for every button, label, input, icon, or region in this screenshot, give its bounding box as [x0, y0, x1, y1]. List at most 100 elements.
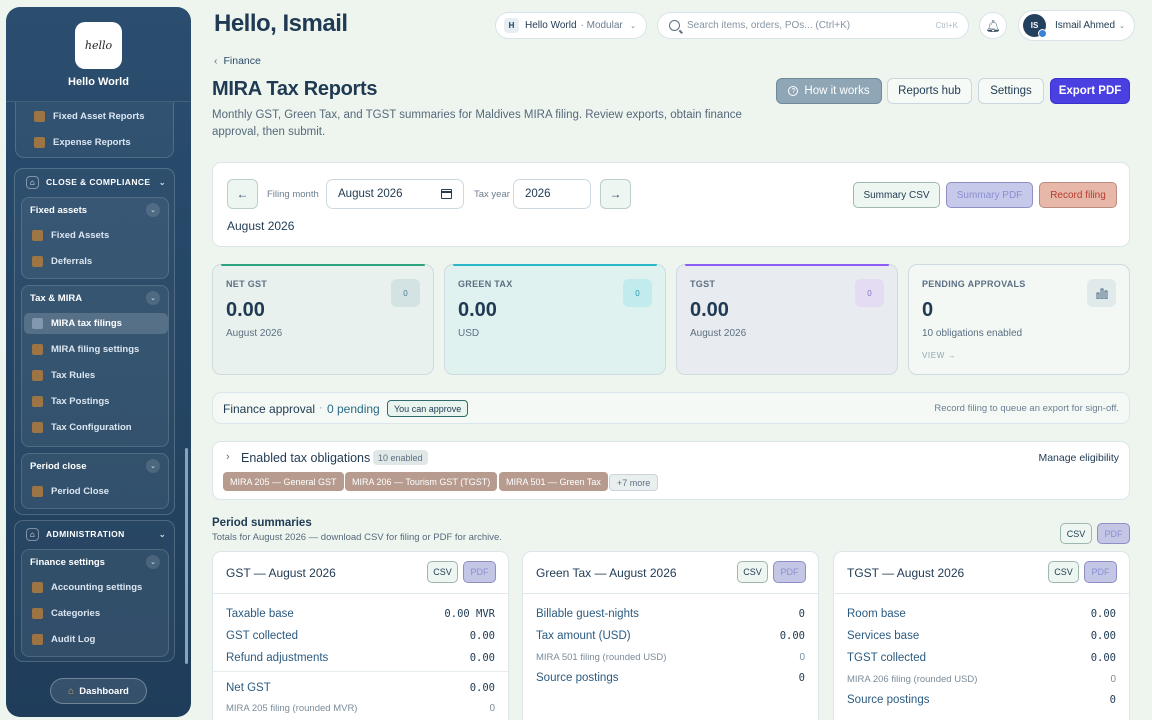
- home-icon: ⌂: [68, 685, 75, 697]
- tax-year-input[interactable]: 2026: [513, 179, 591, 209]
- sidebar-item-deferrals[interactable]: Deferrals: [24, 251, 168, 272]
- chevron-left-icon: ‹: [214, 55, 218, 67]
- green-tax-csv-button[interactable]: CSV: [737, 561, 768, 583]
- group-title-fixed-assets[interactable]: Fixed assets: [30, 205, 87, 216]
- stat-tgst: TGST 0.00 August 2026 0: [676, 264, 898, 375]
- summary-csv-button[interactable]: Summary CSV: [853, 182, 940, 208]
- sidebar-item-period-close[interactable]: Period Close: [24, 481, 168, 502]
- reports-hub-button[interactable]: Reports hub: [887, 78, 972, 104]
- manage-eligibility-link[interactable]: Manage eligibility: [1038, 452, 1119, 464]
- group-title-tax-mira[interactable]: Tax & MIRA: [30, 293, 82, 304]
- record-filing-button[interactable]: Record filing: [1039, 182, 1117, 208]
- chevron-down-icon[interactable]: ⌄: [146, 555, 160, 569]
- section-administration: ⌂ ADMINISTRATION ⌄ Finance settings ⌄ Ac…: [14, 520, 175, 662]
- home-icon: ⌂: [26, 527, 39, 541]
- obligation-chip: MIRA 501 — Green Tax: [499, 472, 608, 491]
- sidebar-item-audit-log[interactable]: Audit Log: [24, 629, 168, 650]
- settings-button[interactable]: Settings: [978, 78, 1044, 104]
- sidebar-scrollbar[interactable]: [184, 101, 189, 673]
- leaf-icon: 0: [623, 279, 652, 307]
- sidebar-item-tax-postings[interactable]: Tax Postings: [24, 391, 168, 412]
- chevron-down-icon[interactable]: ⌄: [146, 459, 160, 473]
- card-divider: [213, 593, 508, 594]
- audit-icon: [32, 634, 43, 645]
- sidebar-item-accounting-settings[interactable]: Accounting settings: [24, 577, 168, 598]
- gst-icon: 0: [391, 279, 420, 307]
- approval-hint: Record filing to queue an export for sig…: [934, 403, 1119, 414]
- sidebar-item-categories[interactable]: Categories: [24, 603, 168, 624]
- obligations-title[interactable]: Enabled tax obligations: [241, 451, 370, 465]
- summaries-csv-button[interactable]: CSV: [1060, 523, 1092, 544]
- sidebar-item-tax-rules[interactable]: Tax Rules: [24, 365, 168, 386]
- summary-row: TGST collected 0.00: [847, 652, 1116, 664]
- dashboard-button[interactable]: ⌂ Dashboard: [50, 678, 147, 704]
- finance-approval-bar: Finance approval · 0 pending You can app…: [212, 392, 1130, 424]
- notifications-button[interactable]: 🔔︎: [979, 12, 1007, 39]
- group-title-finance-settings[interactable]: Finance settings: [30, 557, 105, 568]
- search-placeholder: Search items, orders, POs... (Ctrl+K): [687, 20, 851, 31]
- sidebar-item-mira-tax-filings[interactable]: MIRA tax filings: [24, 313, 168, 334]
- more-obligations-chip[interactable]: +7 more: [609, 474, 659, 491]
- obligations-panel: › Enabled tax obligations 10 enabled Man…: [212, 441, 1130, 500]
- chevron-down-icon[interactable]: ⌄: [146, 291, 160, 305]
- sidebar-item-fixed-asset-reports[interactable]: Fixed Asset Reports: [26, 106, 170, 127]
- workspace-badge: H: [504, 18, 519, 33]
- bar-chart-icon: [1087, 279, 1116, 307]
- rules-icon: [32, 370, 43, 381]
- summary-row: Source postings 0: [536, 672, 805, 684]
- summary-row: Refund adjustments 0.00: [226, 652, 495, 664]
- summary-row: Billable guest-nights 0: [536, 608, 805, 620]
- chevron-down-icon: ⌄: [158, 177, 166, 187]
- calendar-icon[interactable]: [441, 189, 452, 199]
- asset-icon: [32, 230, 43, 241]
- sidebar-item-fixed-assets[interactable]: Fixed Assets: [24, 225, 168, 246]
- filing-month-input[interactable]: August 2026: [326, 179, 464, 209]
- sidebar-item-expense-reports[interactable]: Expense Reports: [26, 132, 170, 153]
- sidebar-item-mira-filing-settings[interactable]: MIRA filing settings: [24, 339, 168, 360]
- green-tax-pdf-button[interactable]: PDF: [773, 561, 806, 583]
- report-icon: [34, 111, 45, 122]
- user-menu[interactable]: IS Ismail Ahmed ⌄: [1018, 10, 1135, 41]
- search-shortcut: Ctrl+K: [935, 21, 958, 30]
- search-icon: [669, 20, 680, 31]
- summary-row: MIRA 501 filing (rounded USD) 0: [536, 651, 805, 663]
- period-summaries-subtitle: Totals for August 2026 — download CSV fo…: [212, 532, 502, 543]
- chevron-down-icon[interactable]: ⌄: [146, 203, 160, 217]
- arrow-right-icon: →: [609, 187, 622, 201]
- breadcrumb[interactable]: ‹ Finance: [214, 55, 261, 67]
- section-header-admin[interactable]: ⌂ ADMINISTRATION ⌄: [15, 521, 174, 547]
- approval-title: Finance approval: [223, 402, 316, 416]
- export-pdf-button[interactable]: Export PDF: [1050, 78, 1130, 104]
- app-logo[interactable]: hello: [75, 22, 122, 69]
- next-year-button[interactable]: →: [600, 179, 631, 209]
- period-summaries-title: Period summaries: [212, 517, 312, 529]
- sidebar-item-tax-configuration[interactable]: Tax Configuration: [24, 417, 168, 438]
- gst-csv-button[interactable]: CSV: [427, 561, 458, 583]
- tag-icon: [32, 608, 43, 619]
- summaries-pdf-button[interactable]: PDF: [1097, 523, 1130, 544]
- chevron-down-icon: ⌄: [158, 529, 166, 539]
- summary-pdf-button[interactable]: Summary PDF: [946, 182, 1033, 208]
- view-approvals-link[interactable]: VIEW →: [922, 351, 956, 360]
- workspace-switcher[interactable]: H Hello World · Modular ⌄: [495, 12, 647, 39]
- gst-pdf-button[interactable]: PDF: [463, 561, 496, 583]
- scrollbar-thumb[interactable]: [185, 448, 188, 664]
- sidebar: hello Hello World Fixed Asset Reports Ex…: [6, 7, 191, 717]
- obligations-count: 10 enabled: [373, 450, 428, 465]
- group-finance-settings: Finance settings ⌄ Accounting settings C…: [21, 549, 169, 657]
- reports-group: Fixed Asset Reports Expense Reports: [15, 102, 174, 158]
- stat-sub: USD: [458, 328, 480, 339]
- tgst-csv-button[interactable]: CSV: [1048, 561, 1079, 583]
- prev-month-button[interactable]: ←: [227, 179, 258, 209]
- card-divider: [834, 593, 1129, 594]
- section-header-close[interactable]: ⌂ CLOSE & COMPLIANCE ⌄: [15, 169, 174, 195]
- search-input[interactable]: Search items, orders, POs... (Ctrl+K) Ct…: [657, 12, 969, 39]
- how-it-works-button[interactable]: ? How it works: [776, 78, 882, 104]
- tgst-icon: 0: [855, 279, 884, 307]
- chevron-right-icon[interactable]: ›: [226, 451, 230, 463]
- avatar: IS: [1023, 14, 1047, 38]
- summary-row: Net GST 0.00: [226, 682, 495, 694]
- group-title-period-close[interactable]: Period close: [30, 461, 87, 472]
- tgst-pdf-button[interactable]: PDF: [1084, 561, 1117, 583]
- summary-row: Services base 0.00: [847, 630, 1116, 642]
